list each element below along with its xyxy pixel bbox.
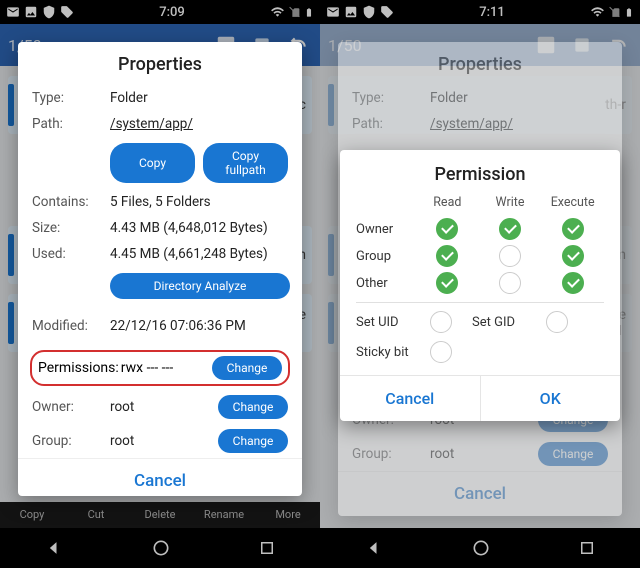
perm-cancel-button[interactable]: Cancel bbox=[340, 376, 481, 421]
setgid-checkbox[interactable] bbox=[546, 311, 568, 333]
permission-dialog: Permission Read Write Execute Owner Grou… bbox=[340, 150, 620, 421]
group-read-checkbox[interactable] bbox=[436, 245, 458, 267]
modified-value: 22/12/16 07:06:36 PM bbox=[110, 318, 288, 334]
left-screenshot: 7:09 1/50 th-sic n-m me .M Copy Cut Dele… bbox=[0, 0, 320, 568]
group-value: root bbox=[110, 433, 218, 449]
change-owner-button[interactable]: Change bbox=[218, 395, 288, 419]
other-label: Other bbox=[356, 276, 416, 291]
group-write-checkbox[interactable] bbox=[499, 245, 521, 267]
read-header: Read bbox=[416, 195, 479, 210]
dialog-title: Properties bbox=[352, 54, 608, 75]
right-screenshot: 7:11 1/50 th-r n-m me .M Properties Type… bbox=[320, 0, 640, 568]
type-label: Type: bbox=[32, 90, 110, 106]
modified-label: Modified: bbox=[32, 318, 110, 334]
other-write-checkbox[interactable] bbox=[499, 272, 521, 294]
group-label: Group: bbox=[32, 433, 110, 449]
owner-value: root bbox=[110, 399, 218, 415]
dialog-title: Properties bbox=[32, 54, 288, 75]
owner-read-checkbox[interactable] bbox=[436, 218, 458, 240]
analyze-button[interactable]: Directory Analyze bbox=[110, 273, 290, 299]
perm-ok-button[interactable]: OK bbox=[481, 376, 621, 421]
setuid-label: Set UID bbox=[356, 315, 430, 330]
owner-label: Owner: bbox=[32, 399, 110, 415]
other-execute-checkbox[interactable] bbox=[562, 272, 584, 294]
copy-fullpath-button[interactable]: Copy fullpath bbox=[203, 143, 288, 183]
contains-value: 5 Files, 5 Folders bbox=[110, 194, 288, 210]
cancel-button[interactable]: Cancel bbox=[18, 458, 302, 503]
permission-title: Permission bbox=[356, 164, 604, 185]
type-value: Folder bbox=[110, 90, 288, 106]
change-group-button[interactable]: Change bbox=[218, 429, 288, 453]
write-header: Write bbox=[479, 195, 542, 210]
permissions-highlight: Permissions: rwx --- --- Change bbox=[30, 350, 290, 386]
path-value[interactable]: /system/app/ bbox=[110, 116, 288, 132]
owner-execute-checkbox[interactable] bbox=[562, 218, 584, 240]
size-value: 4.43 MB (4,648,012 Bytes) bbox=[110, 220, 288, 236]
other-read-checkbox[interactable] bbox=[436, 272, 458, 294]
owner-write-checkbox[interactable] bbox=[499, 218, 521, 240]
used-label: Used: bbox=[32, 246, 110, 262]
sticky-label: Sticky bit bbox=[356, 345, 430, 360]
contains-label: Contains: bbox=[32, 194, 110, 210]
execute-header: Execute bbox=[541, 195, 604, 210]
owner-label: Owner bbox=[356, 222, 416, 237]
path-label: Path: bbox=[32, 116, 110, 132]
group-execute-checkbox[interactable] bbox=[562, 245, 584, 267]
permissions-value: rwx --- --- bbox=[121, 360, 174, 376]
copy-button[interactable]: Copy bbox=[110, 143, 195, 183]
sticky-checkbox[interactable] bbox=[430, 341, 452, 363]
used-value: 4.45 MB (4,661,248 Bytes) bbox=[110, 246, 288, 262]
change-permissions-button[interactable]: Change bbox=[212, 356, 282, 380]
properties-dialog: Properties Type:Folder Path:/system/app/… bbox=[18, 42, 302, 496]
setuid-checkbox[interactable] bbox=[430, 311, 452, 333]
size-label: Size: bbox=[32, 220, 110, 236]
group-label: Group bbox=[356, 249, 416, 264]
setgid-label: Set GID bbox=[472, 315, 546, 330]
permissions-label: Permissions: bbox=[38, 360, 119, 376]
